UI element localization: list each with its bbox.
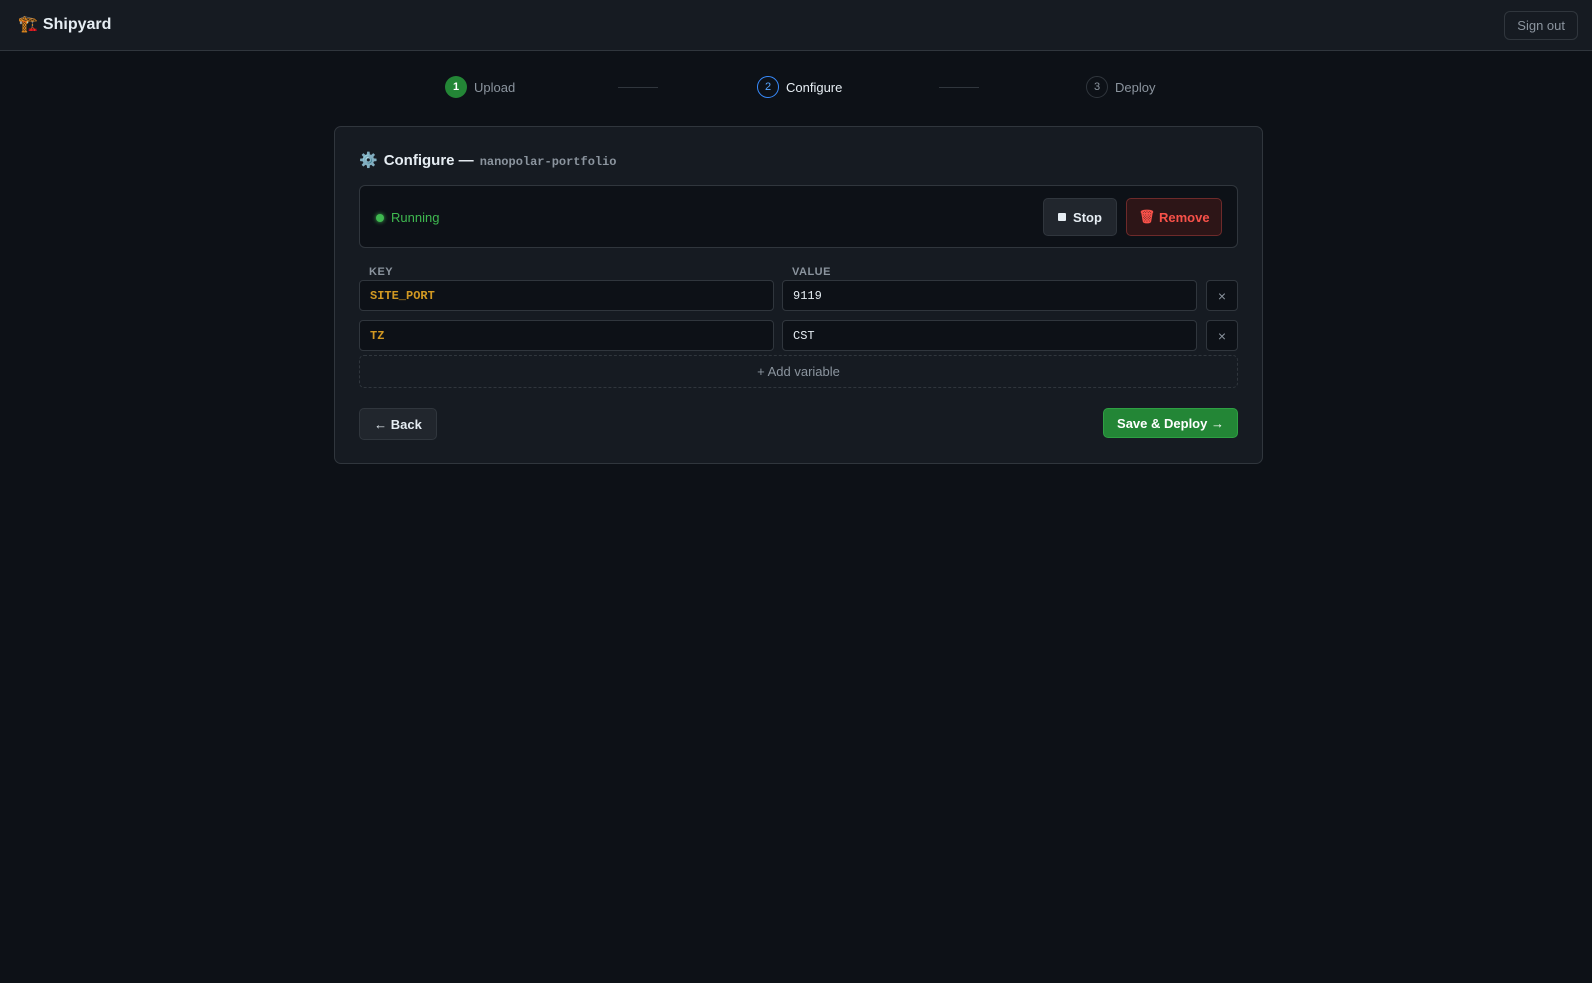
crane-icon: 🏗️ [18, 16, 38, 33]
step-label: Upload [474, 79, 516, 95]
brand[interactable]: 🏗️ Shipyard [18, 16, 111, 34]
status-indicator: Running [376, 210, 439, 225]
step-connector [618, 87, 658, 88]
env-value-input[interactable] [782, 280, 1197, 311]
step-number: 1 [445, 76, 467, 98]
value-column-label: VALUE [792, 266, 831, 278]
step-deploy[interactable]: 3 Deploy [1086, 76, 1155, 98]
env-key-input[interactable] [359, 320, 774, 351]
configure-card: ⚙️ Configure — nanopolar-portfolio Runni… [334, 126, 1263, 464]
stop-label: Stop [1073, 209, 1102, 225]
trash-icon: 🗑 [1138, 209, 1155, 224]
env-value-input[interactable] [782, 320, 1197, 351]
card-title-text: Configure — [383, 152, 474, 169]
close-icon: × [1217, 287, 1227, 304]
card-title: ⚙️ Configure — nanopolar-portfolio [359, 151, 617, 169]
remove-label: Remove [1158, 209, 1210, 225]
sign-out-button[interactable]: Sign out [1504, 10, 1578, 40]
remove-button[interactable]: 🗑 Remove [1126, 198, 1222, 236]
step-connector [939, 87, 979, 88]
step-configure[interactable]: 2 Configure [757, 76, 842, 98]
close-icon: × [1217, 327, 1227, 344]
step-upload[interactable]: 1 Upload [445, 76, 515, 98]
key-column-label: KEY [369, 266, 394, 278]
step-number: 3 [1086, 76, 1108, 98]
step-number: 2 [757, 76, 779, 98]
stop-button[interactable]: Stop [1043, 198, 1117, 236]
delete-variable-button[interactable]: × [1206, 280, 1238, 311]
gear-icon: ⚙️ [359, 152, 378, 169]
step-label: Deploy [1115, 79, 1156, 95]
brand-name: Shipyard [42, 16, 112, 33]
step-label: Configure [786, 79, 843, 95]
container-status-panel: Running Stop 🗑 Remove [359, 185, 1238, 248]
progress-stepper: 1 Upload 2 Configure 3 Deploy [0, 76, 1592, 98]
env-key-input[interactable] [359, 280, 774, 311]
back-button[interactable]: ← Back [359, 408, 437, 440]
stop-icon [1058, 213, 1067, 221]
add-variable-button[interactable]: + Add variable [359, 355, 1238, 388]
delete-variable-button[interactable]: × [1206, 320, 1238, 351]
status-label: Running [391, 210, 440, 225]
status-dot-icon [376, 213, 384, 222]
save-deploy-button[interactable]: Save & Deploy → [1103, 408, 1238, 438]
top-navbar: 🏗️ Shipyard Sign out [0, 0, 1592, 51]
app-name: nanopolar-portfolio [479, 155, 617, 169]
